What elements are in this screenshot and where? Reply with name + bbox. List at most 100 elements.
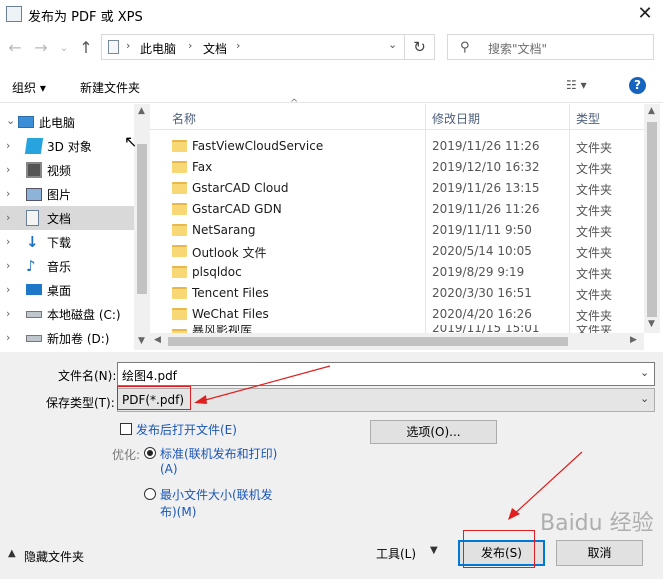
expand-chevron-icon[interactable]: › (6, 211, 16, 224)
file-type: 文件夹 (576, 141, 613, 155)
scrollbar-thumb[interactable] (647, 122, 657, 317)
file-date: 2019/8/29 9:19 (432, 265, 525, 279)
optimize-minimum-radio[interactable] (144, 488, 156, 500)
collapse-chevron-icon[interactable]: ⌄ (6, 114, 16, 127)
file-row[interactable]: Outlook 文件 2020/5/14 10:05 文件夹 (150, 241, 644, 262)
file-date: 2020/3/30 16:51 (432, 286, 532, 300)
scroll-down-icon[interactable]: ▼ (648, 319, 655, 329)
optimize-standard-label-line1[interactable]: 标准(联机发布和打印) (160, 445, 277, 462)
sidebar-item-label: 文档 (47, 212, 72, 226)
column-header-type[interactable]: 类型 (576, 110, 600, 136)
expand-chevron-icon[interactable]: › (6, 283, 16, 296)
expand-chevron-icon[interactable]: › (6, 235, 16, 248)
file-row[interactable]: GstarCAD Cloud 2019/11/26 13:15 文件夹 (150, 178, 644, 199)
file-date: 2019/12/10 16:32 (432, 160, 540, 174)
sidebar-item-videos[interactable]: › 视频 (0, 158, 134, 182)
options-button[interactable]: 选项(O)... (370, 420, 497, 444)
view-options-icon[interactable]: ☷ ▾ (566, 78, 587, 92)
expand-chevron-icon[interactable]: › (6, 331, 16, 344)
organize-menu[interactable]: 组织 ▾ (12, 79, 46, 96)
expand-chevron-icon[interactable]: › (6, 163, 16, 176)
optimize-minimum-label-line1[interactable]: 最小文件大小(联机发 (160, 486, 273, 503)
search-box[interactable]: ⚲ 搜索"文档" (447, 34, 654, 60)
sidebar-item-label: 下载 (47, 236, 72, 250)
sidebar-item-local-disk-c[interactable]: › 本地磁盘 (C:) (0, 302, 134, 326)
tools-dropdown-icon[interactable]: ▼ (430, 545, 438, 556)
up-arrow-icon[interactable]: ↑ (77, 38, 95, 58)
file-date: 2020/5/14 10:05 (432, 244, 532, 258)
toolbar: 组织 ▾ 新建文件夹 ☷ ▾ ? (0, 72, 663, 102)
expand-chevron-icon[interactable]: › (6, 307, 16, 320)
folder-icon (172, 182, 187, 194)
sidebar-item-music[interactable]: › ♪ 音乐 (0, 254, 134, 278)
refresh-button[interactable]: ↻ (405, 34, 435, 60)
file-list-horizontal-scrollbar[interactable]: ◀ ▶ (150, 333, 644, 350)
cancel-button[interactable]: 取消 (556, 540, 643, 566)
file-row[interactable]: NetSarang 2019/11/11 9:50 文件夹 (150, 220, 644, 241)
sidebar-item-this-pc[interactable]: ⌄ 此电脑 (0, 110, 134, 134)
file-row[interactable]: Tencent Files 2020/3/30 16:51 文件夹 (150, 283, 644, 304)
back-arrow-icon[interactable]: ← (6, 38, 24, 58)
scroll-up-icon[interactable]: ▲ (648, 106, 655, 116)
sidebar-item-label: 本地磁盘 (C:) (47, 308, 121, 322)
toolbar-divider (0, 102, 663, 103)
help-icon[interactable]: ? (629, 77, 646, 94)
hide-folders-chevron-icon[interactable]: ▲ (8, 548, 16, 559)
optimize-minimum-label-line2[interactable]: 布)(M) (160, 503, 196, 520)
file-type: 文件夹 (576, 288, 613, 302)
filename-dropdown-icon[interactable]: ⌄ (640, 366, 649, 379)
open-after-checkbox[interactable] (120, 423, 132, 435)
sidebar-item-desktop[interactable]: › 桌面 (0, 278, 134, 302)
close-button[interactable]: ✕ (632, 2, 658, 26)
file-row[interactable]: 暴风影视库 2019/11/15 15:01 文件夹 (150, 325, 644, 333)
expand-chevron-icon[interactable]: › (6, 187, 16, 200)
3d-objects-icon (24, 138, 44, 154)
sidebar-item-downloads[interactable]: › ↓ 下载 (0, 230, 134, 254)
filetype-label: 保存类型(T): (46, 396, 115, 410)
hide-folders-toggle[interactable]: 隐藏文件夹 (24, 548, 84, 565)
recent-chevron-icon[interactable]: ⌄ (55, 38, 73, 58)
sidebar-item-3d-objects[interactable]: › 3D 对象 (0, 134, 134, 158)
folder-icon (172, 245, 187, 257)
breadcrumb-documents[interactable]: 文档 (203, 40, 227, 57)
download-icon: ↓ (26, 233, 39, 251)
documents-small-icon (108, 40, 119, 54)
new-folder-button[interactable]: 新建文件夹 (80, 79, 140, 96)
baidu-watermark: Baidu 经验 (540, 511, 654, 536)
expand-chevron-icon[interactable]: › (6, 259, 16, 272)
file-row[interactable]: WeChat Files 2020/4/20 16:26 文件夹 (150, 304, 644, 325)
tools-menu[interactable]: 工具(L) (376, 545, 416, 562)
forward-arrow-icon[interactable]: → (32, 38, 50, 58)
scrollbar-thumb[interactable] (137, 144, 147, 294)
column-header-date[interactable]: 修改日期 (432, 110, 480, 136)
scroll-down-icon[interactable]: ▼ (138, 336, 145, 346)
open-after-label[interactable]: 发布后打开文件(E) (136, 421, 237, 438)
file-list-vertical-scrollbar[interactable]: ▲ ▼ (644, 104, 660, 333)
file-date: 2019/11/15 15:01 (432, 325, 540, 333)
file-name: GstarCAD GDN (192, 202, 282, 216)
expand-chevron-icon[interactable]: › (6, 139, 16, 152)
annotation-highlight-box (463, 530, 535, 568)
scroll-left-icon[interactable]: ◀ (154, 335, 161, 345)
sidebar-item-new-volume-d[interactable]: › 新加卷 (D:) (0, 326, 134, 350)
mouse-cursor-icon: ↖ (124, 132, 138, 151)
file-row[interactable]: FastViewCloudService 2019/11/26 11:26 文件… (150, 136, 644, 157)
optimize-standard-label-line2[interactable]: (A) (160, 462, 178, 476)
optimize-standard-radio[interactable] (144, 447, 156, 459)
folder-icon (172, 308, 187, 320)
scroll-right-icon[interactable]: ▶ (630, 335, 637, 345)
filetype-dropdown-icon[interactable]: ⌄ (640, 392, 649, 405)
address-dropdown-icon[interactable]: ⌄ (388, 38, 397, 51)
scrollbar-thumb[interactable] (168, 337, 568, 346)
scroll-up-icon[interactable]: ▲ (138, 106, 145, 116)
breadcrumb-this-pc[interactable]: 此电脑 (140, 40, 176, 57)
file-row[interactable]: Fax 2019/12/10 16:32 文件夹 (150, 157, 644, 178)
file-row[interactable]: GstarCAD GDN 2019/11/26 11:26 文件夹 (150, 199, 644, 220)
sidebar-item-documents[interactable]: › 文档 (0, 206, 134, 230)
pictures-icon (26, 188, 42, 201)
sidebar-item-pictures[interactable]: › 图片 (0, 182, 134, 206)
column-header-name[interactable]: 名称 (172, 110, 196, 136)
file-row[interactable]: plsqldoc 2019/8/29 9:19 文件夹 (150, 262, 644, 283)
file-name: Fax (192, 160, 213, 174)
address-bar[interactable]: › 此电脑 › 文档 › ⌄ (101, 34, 405, 60)
